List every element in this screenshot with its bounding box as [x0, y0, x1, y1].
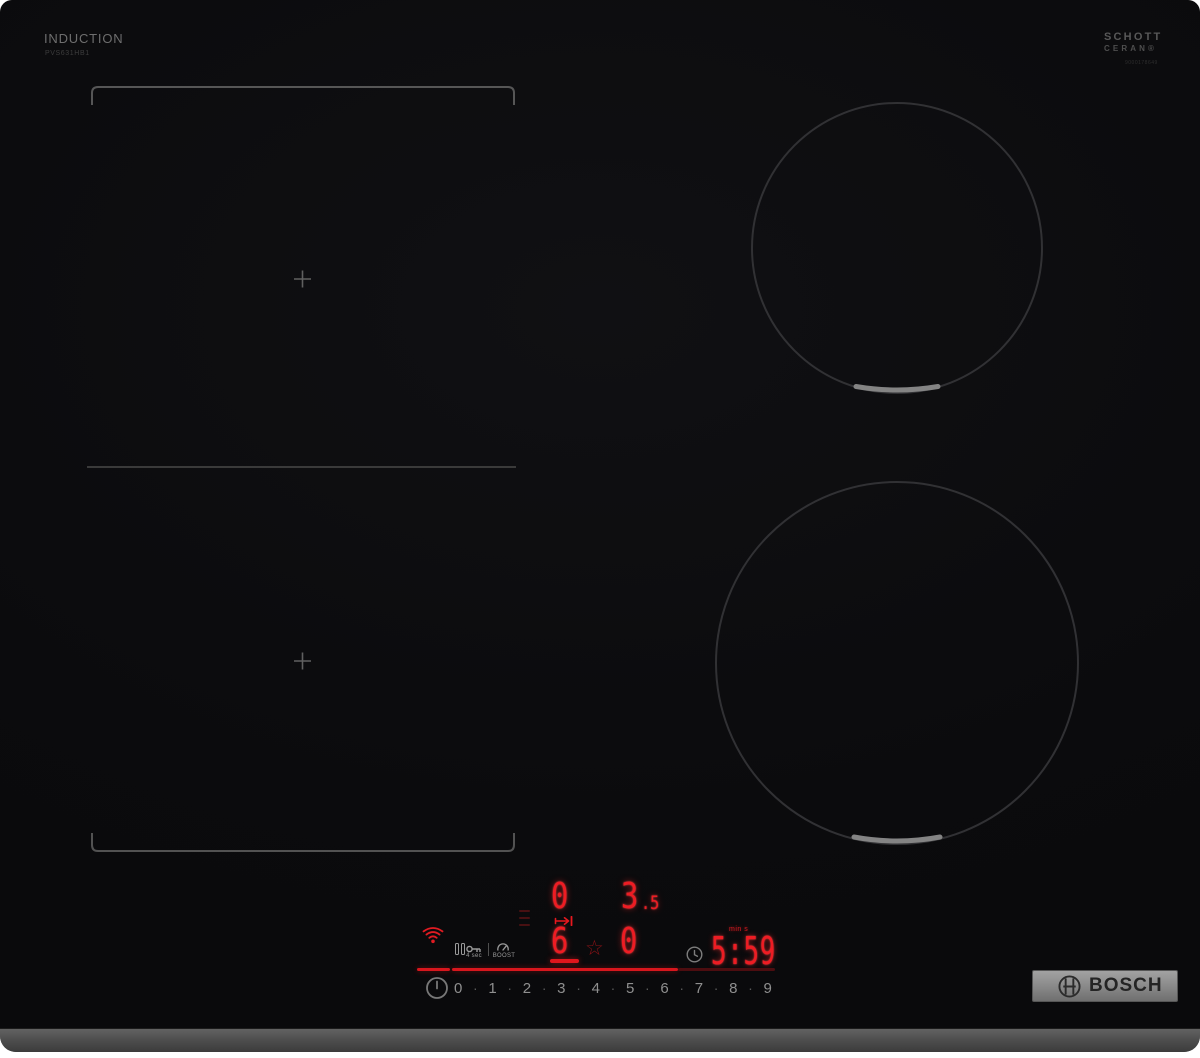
power-level-0[interactable]: 0 [454, 980, 462, 997]
boost-label[interactable]: BOOST [490, 953, 518, 959]
menu-dash-icon [519, 924, 530, 926]
front-trim-strip [0, 1028, 1200, 1052]
power-slider-active-bar[interactable] [452, 968, 678, 971]
burner-ring-rear-right [751, 102, 1043, 394]
power-level-9[interactable]: 9 [764, 980, 772, 997]
power-level-5[interactable]: 5 [626, 980, 634, 997]
burner-ring-front-right [715, 481, 1079, 845]
level-separator: · [748, 980, 753, 996]
level-separator: · [679, 980, 685, 996]
cooktop-zone-graphics [87, 86, 1079, 852]
induction-hob: INDUCTION PVS631HB1 SCHOTT CERAN® 900017… [0, 0, 1200, 1052]
icon-divider [488, 943, 489, 956]
level-separator: · [473, 980, 478, 996]
flex-zone-top-bracket [91, 86, 515, 105]
power-level-6[interactable]: 6 [660, 980, 668, 997]
level-separator: · [541, 980, 547, 996]
pan-center-cross-front [294, 652, 311, 670]
power-level-3[interactable]: 3 [557, 980, 565, 997]
display-rear-right-level: 3 [621, 876, 639, 917]
bosch-emblem-icon [1058, 974, 1081, 998]
boost-icon[interactable] [497, 942, 509, 952]
schott-small-code: 9000178649 [1125, 60, 1158, 66]
power-slider-inactive-bar[interactable] [678, 968, 775, 971]
level-separator: · [507, 980, 513, 996]
display-front-left-level: 6 [551, 921, 569, 962]
power-level-2[interactable]: 2 [523, 980, 531, 997]
product-label: INDUCTION [44, 31, 124, 46]
power-button-icon[interactable] [425, 976, 449, 1000]
display-front-right-level: 0 [620, 921, 638, 962]
power-level-7[interactable]: 7 [695, 980, 703, 997]
power-level-1[interactable]: 1 [488, 980, 496, 997]
panel-indicator-bar-left [417, 968, 450, 971]
selected-zone-underline [550, 959, 579, 963]
burner-notch-front-right [851, 834, 943, 844]
burner-notch-rear-right [853, 384, 941, 393]
level-separator: · [576, 980, 581, 996]
level-separator: · [610, 980, 616, 996]
schott-logo-line1: SCHOTT [1104, 31, 1163, 43]
menu-dash-icon [519, 917, 530, 919]
power-level-8[interactable]: 8 [729, 980, 737, 997]
flex-zone-bottom-bracket [91, 833, 515, 852]
model-number: PVS631HB1 [45, 50, 90, 57]
bosch-logo-text: BOSCH [1089, 975, 1163, 996]
display-rear-right-half-step: .5 [641, 892, 660, 914]
timer-clock-icon[interactable] [686, 946, 703, 963]
power-level-4[interactable]: 4 [592, 980, 600, 997]
display-rear-left-level: 0 [551, 876, 569, 917]
pan-center-cross-rear [294, 270, 311, 288]
menu-dash-icon [519, 910, 530, 912]
bosch-badge: BOSCH [1032, 970, 1178, 1002]
schott-logo-line2: CERAN® [1104, 44, 1157, 53]
favorite-star-icon[interactable]: ☆ [585, 938, 604, 959]
child-lock-label[interactable]: 4 sec [459, 953, 489, 959]
power-level-scale[interactable]: 0 · 1 · 2 · 3 · 4 · 5 · 6 · 7 · 8 · 9 [454, 979, 772, 997]
timer-display: 5:59 [711, 929, 776, 973]
level-separator: · [644, 980, 650, 996]
wifi-icon [422, 927, 444, 944]
product-photo-stage: INDUCTION PVS631HB1 SCHOTT CERAN® 900017… [0, 0, 1200, 1058]
level-separator: · [713, 980, 719, 996]
